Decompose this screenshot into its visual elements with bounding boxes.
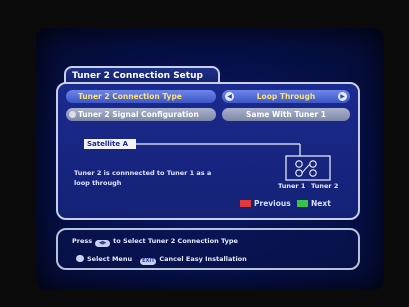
help-select-text: Select Menu [87, 255, 133, 263]
help-line-select-type: Press ◀▶ to Select Tuner 2 Connection Type [72, 236, 238, 247]
tuner-1-connector-icon [295, 160, 303, 177]
help-exit-text: Cancel Easy Installation [159, 255, 247, 263]
select-key-icon [76, 255, 84, 262]
red-key-icon [240, 200, 251, 207]
next-label: Next [311, 199, 331, 208]
tuner-2-label: Tuner 2 [311, 182, 339, 190]
help-press-text: to Select Tuner 2 Connection Type [113, 237, 238, 245]
tuner-2-connector-icon [309, 160, 317, 177]
connection-info-text: Tuner 2 is connnected to Tuner 1 as a lo… [74, 169, 212, 187]
next-button[interactable]: Next [297, 199, 331, 208]
previous-label: Previous [254, 199, 291, 208]
tuner-1-label: Tuner 1 [278, 182, 306, 190]
help-line-actions: Select Menu EXIT Cancel Easy Installation [76, 254, 247, 265]
green-key-icon [297, 200, 308, 207]
receiver-box [285, 155, 331, 181]
previous-button[interactable]: Previous [240, 199, 291, 208]
help-press-label: Press [72, 237, 93, 245]
loop-cable [301, 163, 311, 174]
left-right-keys-icon: ◀▶ [95, 240, 111, 247]
exit-key-icon: EXIT [140, 258, 157, 265]
